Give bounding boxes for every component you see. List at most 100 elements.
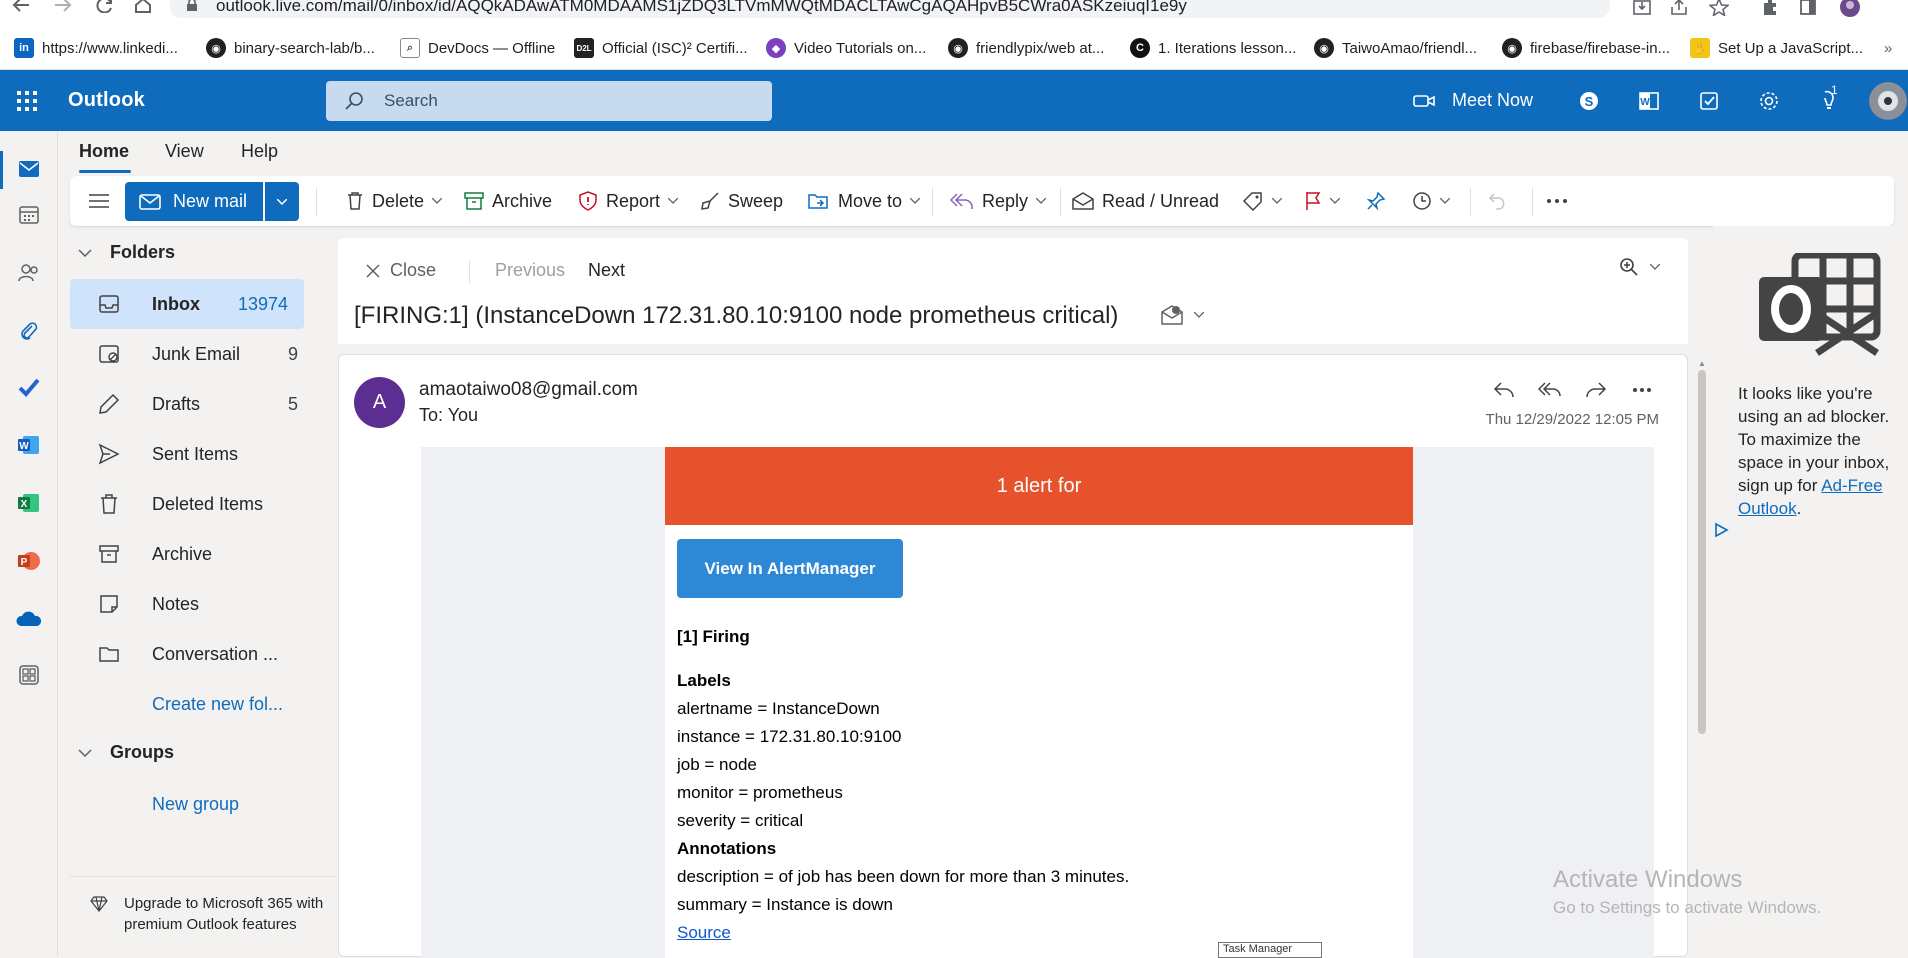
zoom-button[interactable] [1618, 256, 1660, 278]
home-icon[interactable] [134, 0, 158, 17]
folder-item-conversation-history[interactable]: Conversation ... [70, 629, 362, 679]
groups-header[interactable]: Groups [78, 742, 174, 763]
more-options-icon[interactable] [1546, 176, 1568, 226]
reload-icon[interactable] [96, 0, 120, 17]
folder-pane: Folders Inbox 13974 Junk Email 9 Drafts … [58, 226, 338, 957]
message-more-icon[interactable] [1627, 375, 1657, 405]
hamburger-menu-icon[interactable] [88, 176, 110, 226]
upgrade-banner[interactable]: Upgrade to Microsoft 365 with premium Ou… [70, 876, 336, 935]
create-new-folder-link[interactable]: Create new fol... [70, 679, 362, 729]
star-icon[interactable] [1709, 0, 1731, 18]
pin-button[interactable] [1366, 176, 1386, 226]
office-word-icon[interactable]: W [1633, 85, 1665, 117]
attachment-icon[interactable] [13, 315, 45, 347]
settings-gear-icon[interactable] [1753, 85, 1785, 117]
folder-item-inbox[interactable]: Inbox 13974 [70, 279, 304, 329]
reply-all-icon[interactable] [1535, 375, 1565, 405]
mail-icon[interactable] [13, 153, 45, 185]
meet-now-button[interactable]: Meet Now [1412, 70, 1533, 131]
sender-address[interactable]: amaotaiwo08@gmail.com [419, 379, 638, 401]
address-bar[interactable]: outlook.live.com/mail/0/inbox/id/AQQkADA… [170, 0, 1610, 18]
scrollbar-thumb[interactable] [1698, 370, 1706, 734]
snooze-button[interactable] [1412, 176, 1450, 226]
forward-icon[interactable] [1581, 375, 1611, 405]
move-to-button[interactable]: Move to [808, 176, 921, 226]
todo-icon[interactable] [1693, 85, 1725, 117]
undo-button[interactable] [1488, 176, 1508, 226]
adchoices-icon[interactable] [1713, 522, 1729, 538]
view-in-alertmanager-button[interactable]: View In AlertManager [677, 539, 903, 598]
firing-heading: [1] Firing [677, 627, 750, 646]
chevron-down-icon [1440, 198, 1450, 204]
sidepanel-icon[interactable] [1798, 0, 1820, 18]
extensions-icon[interactable] [1760, 0, 1782, 18]
calendar-icon[interactable] [13, 199, 45, 231]
folder-item-deleted-items[interactable]: Deleted Items [70, 479, 362, 529]
report-button[interactable]: Report [578, 176, 679, 226]
profile-avatar-icon[interactable] [1838, 0, 1860, 18]
archive-button[interactable]: Archive [464, 176, 552, 226]
share-icon[interactable] [1669, 0, 1691, 18]
ribbon-divider [1532, 188, 1533, 216]
bookmark-item[interactable]: ◉ TaiwoAmao/friendl... [1314, 35, 1477, 61]
word-icon[interactable]: W [13, 429, 45, 461]
folder-item-sent-items[interactable]: Sent Items [70, 429, 362, 479]
tab-view[interactable]: View [165, 141, 204, 162]
tab-help[interactable]: Help [241, 141, 278, 162]
back-arrow-icon[interactable] [12, 0, 36, 17]
app-launcher-icon[interactable] [15, 89, 39, 113]
bookmark-item[interactable]: ◉ firebase/firebase-in... [1502, 35, 1670, 61]
delete-button[interactable]: Delete [346, 176, 443, 226]
folders-header[interactable]: Folders [78, 242, 175, 263]
new-group-link[interactable]: New group [70, 779, 362, 829]
folder-item-junk-email[interactable]: Junk Email 9 [70, 329, 362, 379]
sweep-button[interactable]: Sweep [700, 176, 783, 226]
bookmark-item[interactable]: ◉ binary-search-lab/b... [206, 35, 375, 61]
new-mail-button[interactable]: New mail [125, 182, 263, 221]
bookmark-item[interactable]: ◆ Video Tutorials on... [766, 35, 926, 61]
install-icon[interactable] [1632, 0, 1654, 18]
next-button[interactable]: Next [588, 260, 625, 281]
folder-item-drafts[interactable]: Drafts 5 [70, 379, 362, 429]
powerpoint-icon[interactable]: P [13, 545, 45, 577]
bookmark-item[interactable]: in https://www.linkedi... [14, 35, 178, 61]
folder-item-archive[interactable]: Archive [70, 529, 362, 579]
outlook-logo-icon [1757, 253, 1881, 363]
todo-check-icon[interactable] [13, 371, 45, 403]
reply-icon[interactable] [1489, 375, 1519, 405]
close-button[interactable]: Close [366, 260, 436, 281]
notes-icon [98, 593, 120, 615]
bookmark-item[interactable]: ◉ friendlypix/web at... [948, 35, 1104, 61]
categorize-button[interactable] [1242, 176, 1282, 226]
app-title[interactable]: Outlook [68, 70, 145, 131]
folder-item-notes[interactable]: Notes [70, 579, 362, 629]
onedrive-icon[interactable] [13, 603, 45, 635]
read-unread-button[interactable]: Read / Unread [1072, 176, 1219, 226]
scroll-up-icon[interactable]: ▲ [1698, 360, 1706, 368]
bookmark-item[interactable]: ✋ Set Up a JavaScript... [1690, 35, 1863, 61]
tab-home[interactable]: Home [79, 141, 129, 162]
summary-button[interactable] [1160, 304, 1204, 326]
previous-button[interactable]: Previous [495, 260, 565, 281]
source-link[interactable]: Source [677, 923, 731, 943]
more-apps-icon[interactable] [13, 659, 45, 691]
forward-arrow-icon[interactable] [54, 0, 78, 17]
sender-avatar[interactable]: A [354, 377, 405, 428]
whats-new-icon[interactable]: 1 [1813, 83, 1845, 117]
github-icon: ◉ [1314, 38, 1334, 58]
archive-label: Archive [492, 190, 553, 211]
skype-icon[interactable]: S [1573, 85, 1605, 117]
reply-button[interactable]: Reply [950, 176, 1047, 226]
bookmark-item[interactable]: C 1. Iterations lesson... [1130, 35, 1296, 61]
excel-icon[interactable]: X [13, 487, 45, 519]
bookmark-item[interactable]: D2L Official (ISC)² Certifi... [574, 35, 748, 61]
bookmark-item[interactable]: ⌕ DevDocs — Offline [400, 35, 555, 61]
ad-period: . [1796, 499, 1802, 518]
folder-label: Conversation ... [152, 643, 279, 664]
new-mail-dropdown[interactable] [265, 182, 299, 221]
flag-button[interactable] [1304, 176, 1340, 226]
people-icon[interactable] [13, 257, 45, 289]
account-avatar[interactable] [1869, 82, 1907, 120]
search-input[interactable]: Search [326, 81, 772, 121]
bookmarks-overflow-icon[interactable]: » [1884, 35, 1892, 61]
